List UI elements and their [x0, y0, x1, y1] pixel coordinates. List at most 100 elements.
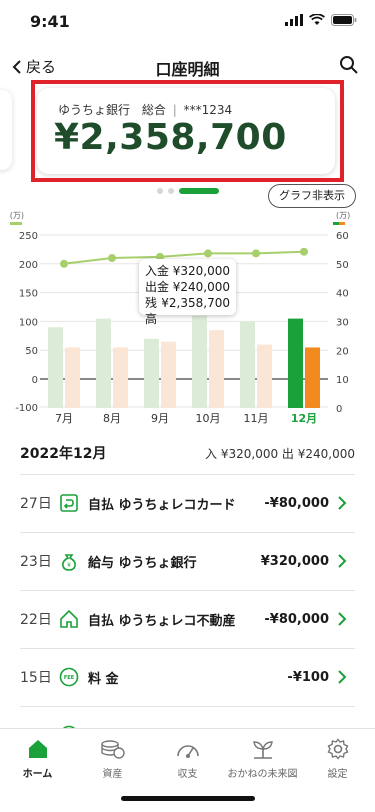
search-button[interactable]	[339, 55, 359, 79]
transaction-row[interactable]: 22日 自払 ゆうちょレコ不動産 -¥80,000	[0, 590, 375, 648]
tooltip-out-label: 出金	[145, 280, 170, 294]
search-icon	[340, 56, 358, 74]
chevron-right-icon	[338, 496, 347, 510]
right-tick-label: 20	[336, 346, 349, 357]
right-tick-label: 60	[336, 231, 349, 242]
highlight-box	[31, 80, 344, 182]
right-tick-label: 30	[336, 318, 349, 329]
transaction-day: 22日	[20, 612, 52, 628]
x-tick-label: 12月	[291, 412, 317, 425]
carousel-dot[interactable]	[168, 188, 174, 194]
graph-toggle-button[interactable]: グラフ非表示	[268, 184, 356, 208]
x-tick-label: 7月	[55, 412, 73, 425]
tab-future[interactable]: おかねの未来図	[225, 735, 300, 780]
x-tick-label: 9月	[151, 412, 169, 425]
out-bar	[161, 341, 176, 408]
carousel-dot[interactable]	[157, 188, 163, 194]
tab-balance[interactable]: 収支	[150, 735, 225, 780]
money-bag-icon: ¥	[62, 554, 76, 571]
home-indicator	[121, 796, 255, 801]
tab-assets[interactable]: 資産	[75, 735, 150, 780]
left-tick-label: 0	[32, 375, 38, 386]
out-bar	[65, 347, 80, 408]
transaction-description: 給与 ゆうちょ銀行	[88, 555, 197, 571]
transaction-description: 料 金	[88, 671, 119, 687]
card-return-icon	[60, 494, 78, 512]
battery-icon	[331, 14, 357, 26]
tab-settings[interactable]: 設定	[300, 735, 375, 780]
tab-label: おかねの未来図	[227, 769, 298, 780]
left-tick-label: -100	[15, 403, 38, 414]
balance-point	[252, 249, 260, 258]
svg-text:FEE: FEE	[64, 675, 75, 681]
tooltip-bal-label: 残高	[145, 296, 158, 326]
x-tick-label: 8月	[103, 412, 121, 425]
legend-out-marker	[339, 222, 345, 225]
chevron-left-icon	[12, 59, 21, 74]
x-tick-label: 11月	[244, 412, 269, 425]
in-bar	[144, 338, 159, 408]
house-icon	[60, 609, 78, 628]
status-icons	[285, 14, 357, 26]
in-bar	[192, 315, 207, 408]
status-time: 9:41	[30, 12, 70, 31]
tab-label: 設定	[327, 769, 348, 780]
tooltip-out-value: ¥240,000	[172, 280, 230, 294]
x-tick-label: 10月	[196, 412, 221, 425]
fee-icon: FEE	[59, 667, 79, 687]
transaction-row[interactable]: 15日 FEE 料 金 -¥100	[0, 648, 375, 706]
sprout-icon	[252, 741, 273, 759]
tooltip-in-label: 入金	[145, 264, 170, 278]
transaction-day: 15日	[20, 670, 52, 686]
tooltip-in-value: ¥320,000	[172, 264, 230, 278]
month-summary: 入 ¥320,000 出 ¥240,000	[205, 447, 355, 461]
tab-home[interactable]: ホーム	[0, 735, 75, 780]
svg-text:¥: ¥	[67, 562, 71, 569]
chevron-right-icon	[338, 670, 347, 684]
balance-point	[108, 254, 116, 263]
transaction-description: 自払 ゆうちょレコカード	[88, 497, 236, 513]
out-bar	[257, 344, 272, 408]
right-tick-label: 40	[336, 289, 349, 300]
right-tick-label: 10	[336, 375, 349, 386]
carousel-dot-active[interactable]	[179, 188, 219, 194]
transaction-description: 自払 ゆうちょレコ不動産	[88, 613, 236, 629]
back-label: 戻る	[26, 58, 57, 76]
home-icon	[28, 740, 47, 758]
left-axis-unit: (万)	[10, 211, 24, 220]
coins-icon	[100, 740, 125, 759]
legend-in-marker	[333, 222, 339, 225]
page-title: 口座明細	[155, 60, 220, 79]
left-tick-label: 50	[25, 346, 38, 357]
balance-point	[204, 249, 212, 258]
tab-label: 収支	[177, 769, 198, 780]
wifi-icon	[309, 14, 325, 25]
transaction-row[interactable]: 27日 自払 ゆうちょレコカード -¥80,000	[0, 474, 375, 532]
out-bar	[209, 330, 224, 408]
right-axis-unit: (万)	[336, 211, 350, 220]
left-tick-label: 200	[19, 260, 38, 271]
legend-balance-marker	[10, 222, 22, 225]
back-button[interactable]: 戻る	[12, 56, 56, 77]
transaction-day: 23日	[20, 554, 52, 570]
transaction-day: 27日	[20, 496, 52, 512]
out-bar	[113, 347, 128, 408]
left-tick-label: 100	[19, 317, 38, 328]
right-tick-label: 50	[336, 260, 349, 271]
in-bar	[240, 321, 255, 408]
balance-point	[300, 247, 308, 256]
carousel-dots	[157, 188, 219, 194]
transaction-row[interactable]: 23日 ¥ 給与 ゆうちょ銀行 ¥320,000	[0, 532, 375, 590]
in-bar	[288, 318, 303, 408]
balance-point	[60, 259, 68, 268]
tab-label: 資産	[102, 769, 123, 780]
chevron-right-icon	[338, 554, 347, 568]
chevron-right-icon	[338, 612, 347, 626]
signal-icon	[285, 14, 303, 26]
tab-label: ホーム	[22, 769, 53, 780]
left-tick-label: 250	[19, 231, 38, 242]
out-bar	[305, 347, 320, 408]
previous-account-card[interactable]	[0, 90, 12, 170]
month-label: 2022年12月	[20, 446, 107, 462]
transaction-amount: -¥100	[287, 669, 329, 685]
